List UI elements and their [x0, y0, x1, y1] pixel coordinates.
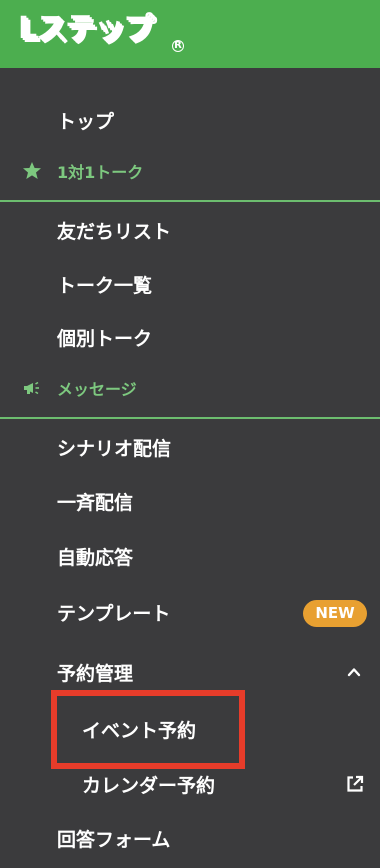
star-icon — [23, 162, 41, 179]
menu-item-label: トーク一覧 — [57, 274, 153, 297]
external-link-icon[interactable] — [345, 774, 365, 794]
menu-item-top[interactable]: トップ — [0, 100, 380, 140]
section-divider — [0, 417, 380, 419]
menu-item-label: 一斉配信 — [57, 491, 134, 514]
menu-item-label: 個別トーク — [57, 327, 153, 350]
section-label: メッセージ — [57, 380, 137, 399]
new-badge: NEW — [303, 600, 367, 627]
menu-item-reservation[interactable]: 予約管理 — [0, 652, 380, 692]
logo-text: Lステップ — [20, 13, 155, 48]
menu-item-label: 友だちリスト — [57, 220, 172, 243]
section-label: 1対1トーク — [57, 163, 144, 182]
menu-item-friends-list[interactable]: 友だちリスト — [0, 210, 380, 250]
menu-item-label: トップ — [57, 110, 115, 133]
menu-item-talk-list[interactable]: トーク一覧 — [0, 264, 380, 304]
menu-item-answer-form[interactable]: 回答フォーム — [0, 818, 380, 858]
highlight-box — [51, 690, 245, 769]
menu-item-calendar-reservation[interactable]: カレンダー予約 — [0, 764, 380, 804]
menu-item-label: 回答フォーム — [57, 828, 171, 851]
app-header: Lステップ R — [0, 0, 380, 68]
menu-item-label: 自動応答 — [57, 546, 134, 569]
menu-item-broadcast[interactable]: 一斉配信 — [0, 481, 380, 521]
menu-item-label: シナリオ配信 — [57, 437, 172, 460]
menu-item-scenario[interactable]: シナリオ配信 — [0, 427, 380, 467]
menu-item-individual-talk[interactable]: 個別トーク — [0, 317, 380, 357]
menu-item-label: カレンダー予約 — [82, 774, 216, 797]
section-divider — [0, 200, 380, 202]
chevron-up-icon[interactable] — [346, 664, 362, 680]
registered-mark: R — [172, 40, 184, 52]
menu-item-label: テンプレート — [57, 602, 171, 625]
menu-item-auto-reply[interactable]: 自動応答 — [0, 536, 380, 576]
section-message: メッセージ — [0, 368, 380, 408]
menu-item-label: 予約管理 — [57, 662, 134, 685]
menu-item-template[interactable]: テンプレート NEW — [0, 592, 380, 632]
logo-wordmark: Lステップ — [16, 10, 166, 50]
section-one-on-one-chat: 1対1トーク — [0, 151, 380, 191]
megaphone-icon — [24, 381, 39, 395]
lstep-logo[interactable]: Lステップ R — [16, 10, 186, 56]
